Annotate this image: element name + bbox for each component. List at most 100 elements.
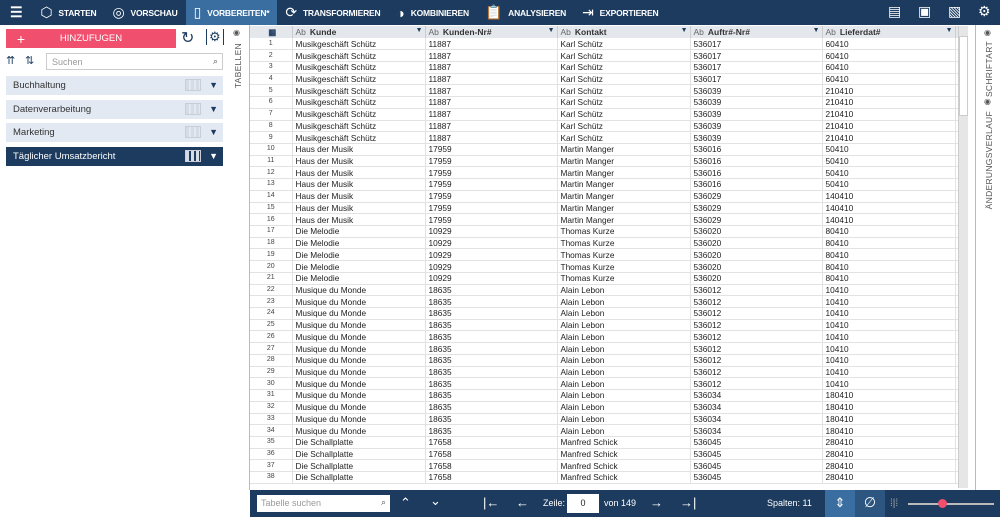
table-cell[interactable]: 80410 (822, 272, 956, 285)
save-icon[interactable]: ▣ (918, 3, 931, 20)
row-height-icon[interactable]: ⇕ (825, 490, 855, 517)
table-cell[interactable]: 17658 (425, 448, 558, 461)
table-cell[interactable]: Martin Manger (557, 213, 691, 226)
table-cell[interactable]: 140410 (822, 190, 956, 203)
table-cell[interactable]: Martin Manger (557, 202, 691, 215)
table-cell[interactable]: Martin Manger (557, 155, 691, 168)
table-cell[interactable]: Alain Lebon (557, 401, 691, 414)
table-cell[interactable]: 50410 (822, 178, 956, 191)
table-row[interactable]: 8 Musikgeschäft Schütz 11887 Karl Schütz 536… (250, 120, 968, 133)
table-row[interactable]: 20 Die Melodie 10929 Thomas Kurze 536020 8041… (250, 260, 968, 273)
table-cell[interactable]: 17959 (425, 190, 558, 203)
table-cell[interactable]: 80410 (822, 248, 956, 262)
table-cell[interactable]: Musique du Monde (292, 284, 426, 297)
expand-icon[interactable]: ◉ (984, 28, 991, 37)
table-cell[interactable]: 280410 (822, 448, 956, 461)
table-cell[interactable]: 18635 (425, 424, 558, 437)
row-input[interactable]: 0 (567, 494, 599, 513)
table-cell[interactable]: 536034 (690, 424, 823, 437)
table-cell[interactable]: 536012 (690, 284, 823, 297)
table-cell[interactable]: 17658 (425, 471, 558, 484)
table-row[interactable]: 33 Musique du Monde 18635 Alain Lebon 536034… (250, 413, 968, 426)
table-cell[interactable]: 536017 (690, 73, 823, 86)
table-cell[interactable]: 536045 (690, 436, 823, 449)
zoom-slider-handle[interactable] (938, 499, 948, 508)
nav-exportieren[interactable]: ⇥ EXPORTIEREN (574, 0, 666, 25)
table-cell[interactable]: Musikgeschäft Schütz (292, 38, 426, 51)
table-cell[interactable]: 18635 (425, 389, 558, 402)
table-cell[interactable]: Alain Lebon (557, 307, 691, 320)
table-cell[interactable]: Alain Lebon (557, 284, 691, 297)
table-cell[interactable]: Alain Lebon (557, 413, 691, 426)
table-cell[interactable]: 11887 (425, 120, 558, 133)
table-cell[interactable]: Alain Lebon (557, 330, 691, 344)
table-cell[interactable]: 210410 (822, 108, 956, 121)
table-cell[interactable]: Thomas Kurze (557, 272, 691, 285)
table-cell[interactable]: Manfred Schick (557, 436, 691, 449)
table-row[interactable]: 38 Die Schallplatte 17658 Manfred Schick 536… (250, 471, 968, 484)
table-cell[interactable]: 140410 (822, 202, 956, 215)
table-cell[interactable]: 536020 (690, 248, 823, 262)
table-cell[interactable]: 536039 (690, 120, 823, 133)
table-row[interactable]: 19 Die Melodie 10929 Thomas Kurze 536020 8041… (250, 248, 968, 262)
zoom-slider[interactable] (908, 503, 994, 505)
table-cell[interactable]: Manfred Schick (557, 448, 691, 461)
table-cell[interactable]: Haus der Musik (292, 143, 426, 156)
table-cell[interactable]: Musique du Monde (292, 377, 426, 391)
table-cell[interactable]: 140410 (822, 213, 956, 226)
null-icon[interactable]: ∅ (855, 490, 885, 517)
table-cell[interactable]: 536045 (690, 471, 823, 484)
table-group[interactable]: Datenverarbeitung ▼ (6, 99, 223, 119)
menu-button[interactable]: ☰ (0, 0, 32, 25)
table-cell[interactable]: 210410 (822, 120, 956, 133)
table-cell[interactable]: Martin Manger (557, 178, 691, 191)
table-cell[interactable]: 10410 (822, 319, 956, 332)
table-cell[interactable]: 11887 (425, 38, 558, 51)
table-row[interactable]: 25 Musique du Monde 18635 Alain Lebon 536012… (250, 319, 968, 332)
refresh-icon[interactable]: ↻ (181, 28, 194, 48)
table-cell[interactable]: Musikgeschäft Schütz (292, 73, 426, 86)
table-cell[interactable]: Musique du Monde (292, 295, 426, 309)
table-row[interactable]: 6 Musikgeschäft Schütz 11887 Karl Schütz 536… (250, 96, 968, 109)
table-cell[interactable]: Haus der Musik (292, 202, 426, 215)
table-cell[interactable]: 17658 (425, 459, 558, 473)
table-cell[interactable]: 280410 (822, 471, 956, 484)
table-row[interactable]: 7 Musikgeschäft Schütz 11887 Karl Schütz 536… (250, 108, 968, 121)
table-cell[interactable]: Manfred Schick (557, 459, 691, 473)
table-cell[interactable]: 180410 (822, 424, 956, 437)
nav-vorbereiten[interactable]: ▯ VORBEREITEN* (185, 0, 278, 25)
filter-icon[interactable]: ▼ (813, 27, 820, 34)
table-cell[interactable]: 11887 (425, 84, 558, 98)
table-row[interactable]: 24 Musique du Monde 18635 Alain Lebon 536012… (250, 307, 968, 320)
table-cell[interactable]: Thomas Kurze (557, 260, 691, 273)
table-cell[interactable]: 11887 (425, 131, 558, 144)
table-cell[interactable]: Musique du Monde (292, 413, 426, 426)
table-cell[interactable]: 80410 (822, 237, 956, 250)
table-cell[interactable]: Musikgeschäft Schütz (292, 61, 426, 74)
table-row[interactable]: 34 Musique du Monde 18635 Alain Lebon 536034… (250, 424, 968, 437)
table-cell[interactable]: Alain Lebon (557, 354, 691, 367)
expand-icon[interactable]: ◉ (984, 97, 991, 106)
table-cell[interactable]: 536029 (690, 202, 823, 215)
filter-icon[interactable]: ▼ (416, 27, 423, 34)
history-panel-tab[interactable]: ÄNDERUNGSVERLAUF (984, 111, 994, 209)
table-cell[interactable]: Karl Schütz (557, 120, 691, 133)
table-cell[interactable]: Musique du Monde (292, 330, 426, 344)
table-cell[interactable]: Musique du Monde (292, 319, 426, 332)
table-cell[interactable]: 536020 (690, 272, 823, 285)
table-cell[interactable]: 536016 (690, 155, 823, 168)
table-cell[interactable]: Karl Schütz (557, 131, 691, 144)
column-header[interactable]: Ab Kunde ▼ (292, 26, 426, 38)
table-cell[interactable]: 280410 (822, 436, 956, 449)
table-cell[interactable]: Musikgeschäft Schütz (292, 108, 426, 121)
table-row[interactable]: 30 Musique du Monde 18635 Alain Lebon 536012… (250, 377, 968, 391)
table-cell[interactable]: Musique du Monde (292, 401, 426, 414)
table-cell[interactable]: Haus der Musik (292, 166, 426, 180)
expand-icon[interactable]: ◉ (233, 28, 240, 37)
table-cell[interactable]: 18635 (425, 319, 558, 332)
chevron-down-icon[interactable]: ⌄ (430, 493, 441, 509)
table-row[interactable]: 37 Die Schallplatte 17658 Manfred Schick 536… (250, 459, 968, 473)
table-cell[interactable]: Musikgeschäft Schütz (292, 120, 426, 133)
table-cell[interactable]: Die Schallplatte (292, 459, 426, 473)
table-cell[interactable]: Karl Schütz (557, 38, 691, 51)
